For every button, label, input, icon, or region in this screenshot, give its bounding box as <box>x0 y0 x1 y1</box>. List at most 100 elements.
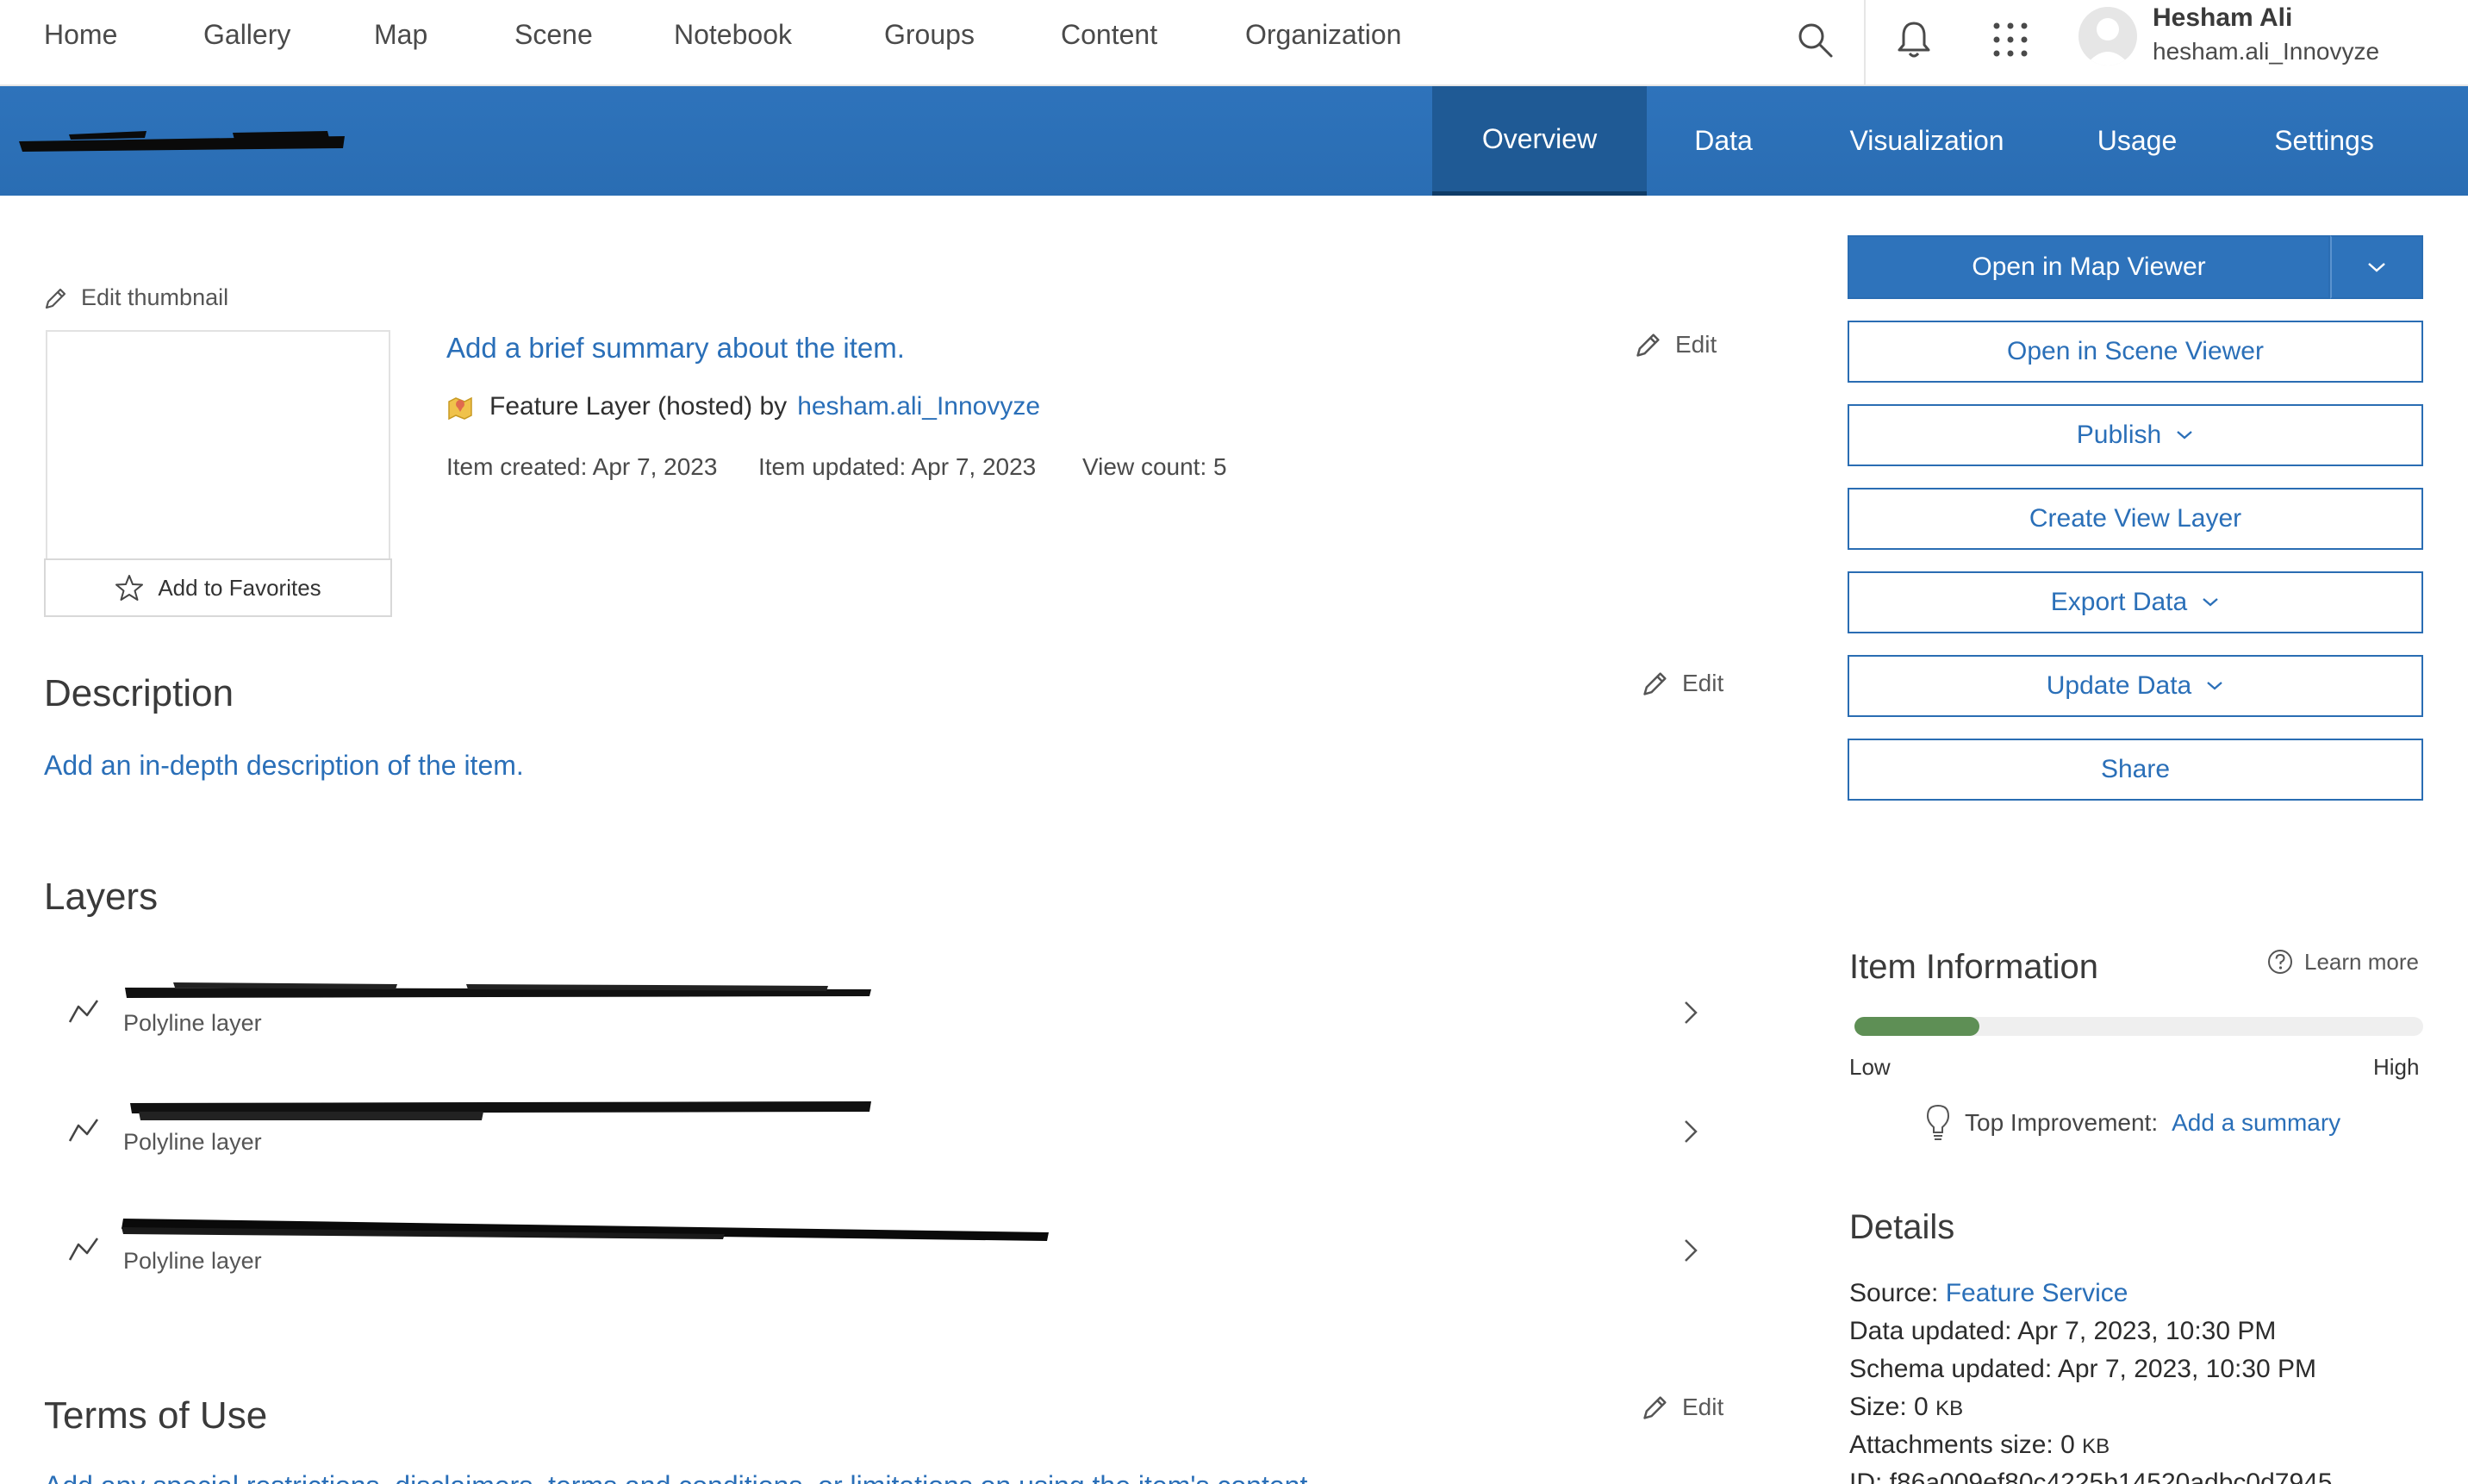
edit-terms-button[interactable]: Edit <box>1641 1393 1723 1422</box>
nav-groups[interactable]: Groups <box>884 19 975 51</box>
layer-type: Polyline layer <box>123 1010 262 1036</box>
feature-service-link[interactable]: Feature Service <box>1946 1279 2128 1307</box>
learn-more-label: Learn more <box>2304 948 2419 975</box>
pencil-icon <box>1643 1396 1667 1419</box>
create-view-layer-button[interactable]: Create View Layer <box>1848 488 2423 550</box>
nav-scene[interactable]: Scene <box>514 19 593 51</box>
detail-size-unit: KB <box>1935 1397 1964 1420</box>
nav-content[interactable]: Content <box>1061 19 1157 51</box>
chevron-down-icon <box>2207 682 2222 690</box>
open-in-scene-viewer-label: Open in Scene Viewer <box>2007 337 2264 365</box>
redacted-layer-name <box>125 982 871 998</box>
export-data-label: Export Data <box>2050 588 2188 616</box>
item-thumbnail <box>46 330 390 561</box>
avatar[interactable] <box>2078 7 2137 65</box>
add-a-summary-link[interactable]: Add a summary <box>2172 1109 2340 1137</box>
detail-size: Size: 0 KB <box>1849 1393 1963 1422</box>
view-count: View count: 5 <box>1082 453 1227 480</box>
edit-thumbnail-link[interactable]: Edit thumbnail <box>43 284 228 311</box>
star-icon <box>115 575 144 601</box>
app-launcher-icon[interactable] <box>1986 16 2035 64</box>
search-icon[interactable] <box>1791 16 1839 64</box>
item-info-meter <box>1854 1017 2423 1036</box>
pencil-icon <box>1643 672 1667 695</box>
description-title: Description <box>44 672 234 714</box>
publish-button[interactable]: Publish <box>1848 404 2423 466</box>
layer-row[interactable]: Polyline layer <box>44 1082 1724 1194</box>
update-data-label: Update Data <box>2046 671 2192 700</box>
share-button[interactable]: Share <box>1848 739 2423 801</box>
learn-more-link[interactable]: Learn more <box>2266 948 2419 976</box>
create-view-layer-label: Create View Layer <box>2029 504 2242 533</box>
top-improvement: Top Improvement: Add a summary <box>1925 1103 2340 1143</box>
layer-type: Polyline layer <box>123 1248 262 1274</box>
add-to-favorites-button[interactable]: Add to Favorites <box>44 558 392 617</box>
polyline-icon <box>68 1000 99 1023</box>
update-data-button[interactable]: Update Data <box>1848 655 2423 717</box>
tab-data[interactable]: Data <box>1647 86 1800 196</box>
publish-label: Publish <box>2076 421 2162 449</box>
edit-label: Edit <box>1675 331 1717 358</box>
terms-title: Terms of Use <box>44 1394 268 1437</box>
add-description-link[interactable]: Add an in-depth description of the item. <box>44 750 524 782</box>
detail-source-label: Source: <box>1849 1279 1939 1307</box>
tab-overview[interactable]: Overview <box>1432 86 1647 196</box>
top-improvement-label: Top Improvement: <box>1965 1109 2159 1136</box>
user-handle[interactable]: hesham.ali_Innovyze <box>2153 38 2379 65</box>
edit-thumbnail-label: Edit thumbnail <box>81 284 229 310</box>
owner-link[interactable]: hesham.ali_Innovyze <box>797 392 1040 421</box>
nav-notebook[interactable]: Notebook <box>674 19 792 51</box>
tab-settings[interactable]: Settings <box>2221 86 2427 196</box>
nav-organization[interactable]: Organization <box>1245 19 1401 51</box>
lightbulb-icon <box>1926 1104 1950 1140</box>
share-label: Share <box>2100 755 2171 783</box>
feature-layer-icon <box>448 396 472 421</box>
polyline-icon <box>68 1119 99 1142</box>
edit-summary-button[interactable]: Edit <box>1634 330 1717 359</box>
tab-usage[interactable]: Usage <box>2054 86 2221 196</box>
detail-attachments-label: Attachments size: 0 <box>1849 1431 2075 1459</box>
export-data-button[interactable]: Export Data <box>1848 571 2423 633</box>
item-info-meter-fill <box>1854 1017 1980 1036</box>
user-name[interactable]: Hesham Ali <box>2153 3 2292 33</box>
nav-gallery[interactable]: Gallery <box>203 19 290 51</box>
redacted-item-title <box>19 131 345 152</box>
item-header-bar: Overview Data Visualization Usage Settin… <box>0 86 2468 196</box>
detail-size-label: Size: 0 <box>1849 1393 1929 1421</box>
layer-row[interactable]: Polyline layer <box>44 1201 1724 1313</box>
meter-high-label: High <box>2373 1054 2420 1080</box>
nav-home[interactable]: Home <box>44 19 117 51</box>
item-type-text: Feature Layer (hosted) by <box>489 392 788 421</box>
open-in-map-viewer-button[interactable]: Open in Map Viewer <box>1848 235 2330 299</box>
polyline-icon <box>68 1238 99 1261</box>
add-summary-link[interactable]: Add a brief summary about the item. <box>446 332 905 365</box>
item-type-line: Feature Layer (hosted) by hesham.ali_Inn… <box>446 392 1040 421</box>
detail-attachments-unit: KB <box>2082 1435 2110 1458</box>
nav-map[interactable]: Map <box>374 19 427 51</box>
layer-row[interactable]: Polyline layer <box>44 963 1724 1076</box>
chevron-right-icon[interactable] <box>1681 1236 1700 1265</box>
item-updated: Item updated: Apr 7, 2023 <box>758 453 1037 480</box>
layers-title: Layers <box>44 876 159 918</box>
pencil-icon <box>1636 334 1660 357</box>
meter-low-label: Low <box>1849 1054 1891 1080</box>
chevron-down-icon <box>2203 598 2218 607</box>
nav-divider <box>1864 0 1866 84</box>
notification-bell-icon[interactable] <box>1890 16 1938 64</box>
chevron-right-icon[interactable] <box>1681 1117 1700 1146</box>
item-created: Item created: Apr 7, 2023 <box>446 453 718 480</box>
tab-visualization[interactable]: Visualization <box>1800 86 2054 196</box>
chevron-right-icon[interactable] <box>1681 998 1700 1027</box>
edit-description-button[interactable]: Edit <box>1641 669 1723 698</box>
detail-attachments-size: Attachments size: 0 KB <box>1849 1431 2110 1460</box>
edit-label: Edit <box>1682 670 1724 696</box>
help-icon <box>2268 950 2292 974</box>
detail-data-updated: Data updated: Apr 7, 2023, 10:30 PM <box>1849 1317 2277 1345</box>
add-terms-link[interactable]: Add any special restrictions, disclaimer… <box>44 1470 1315 1484</box>
item-information-title: Item Information <box>1849 948 2099 986</box>
detail-source: Source: Feature Service <box>1849 1279 2128 1308</box>
map-viewer-dropdown-button[interactable] <box>2330 235 2423 299</box>
open-in-scene-viewer-button[interactable]: Open in Scene Viewer <box>1848 321 2423 383</box>
detail-id: ID: f86a009ef80c4225b14520adbc0d7945 <box>1849 1468 2333 1484</box>
details-title: Details <box>1849 1208 1955 1246</box>
